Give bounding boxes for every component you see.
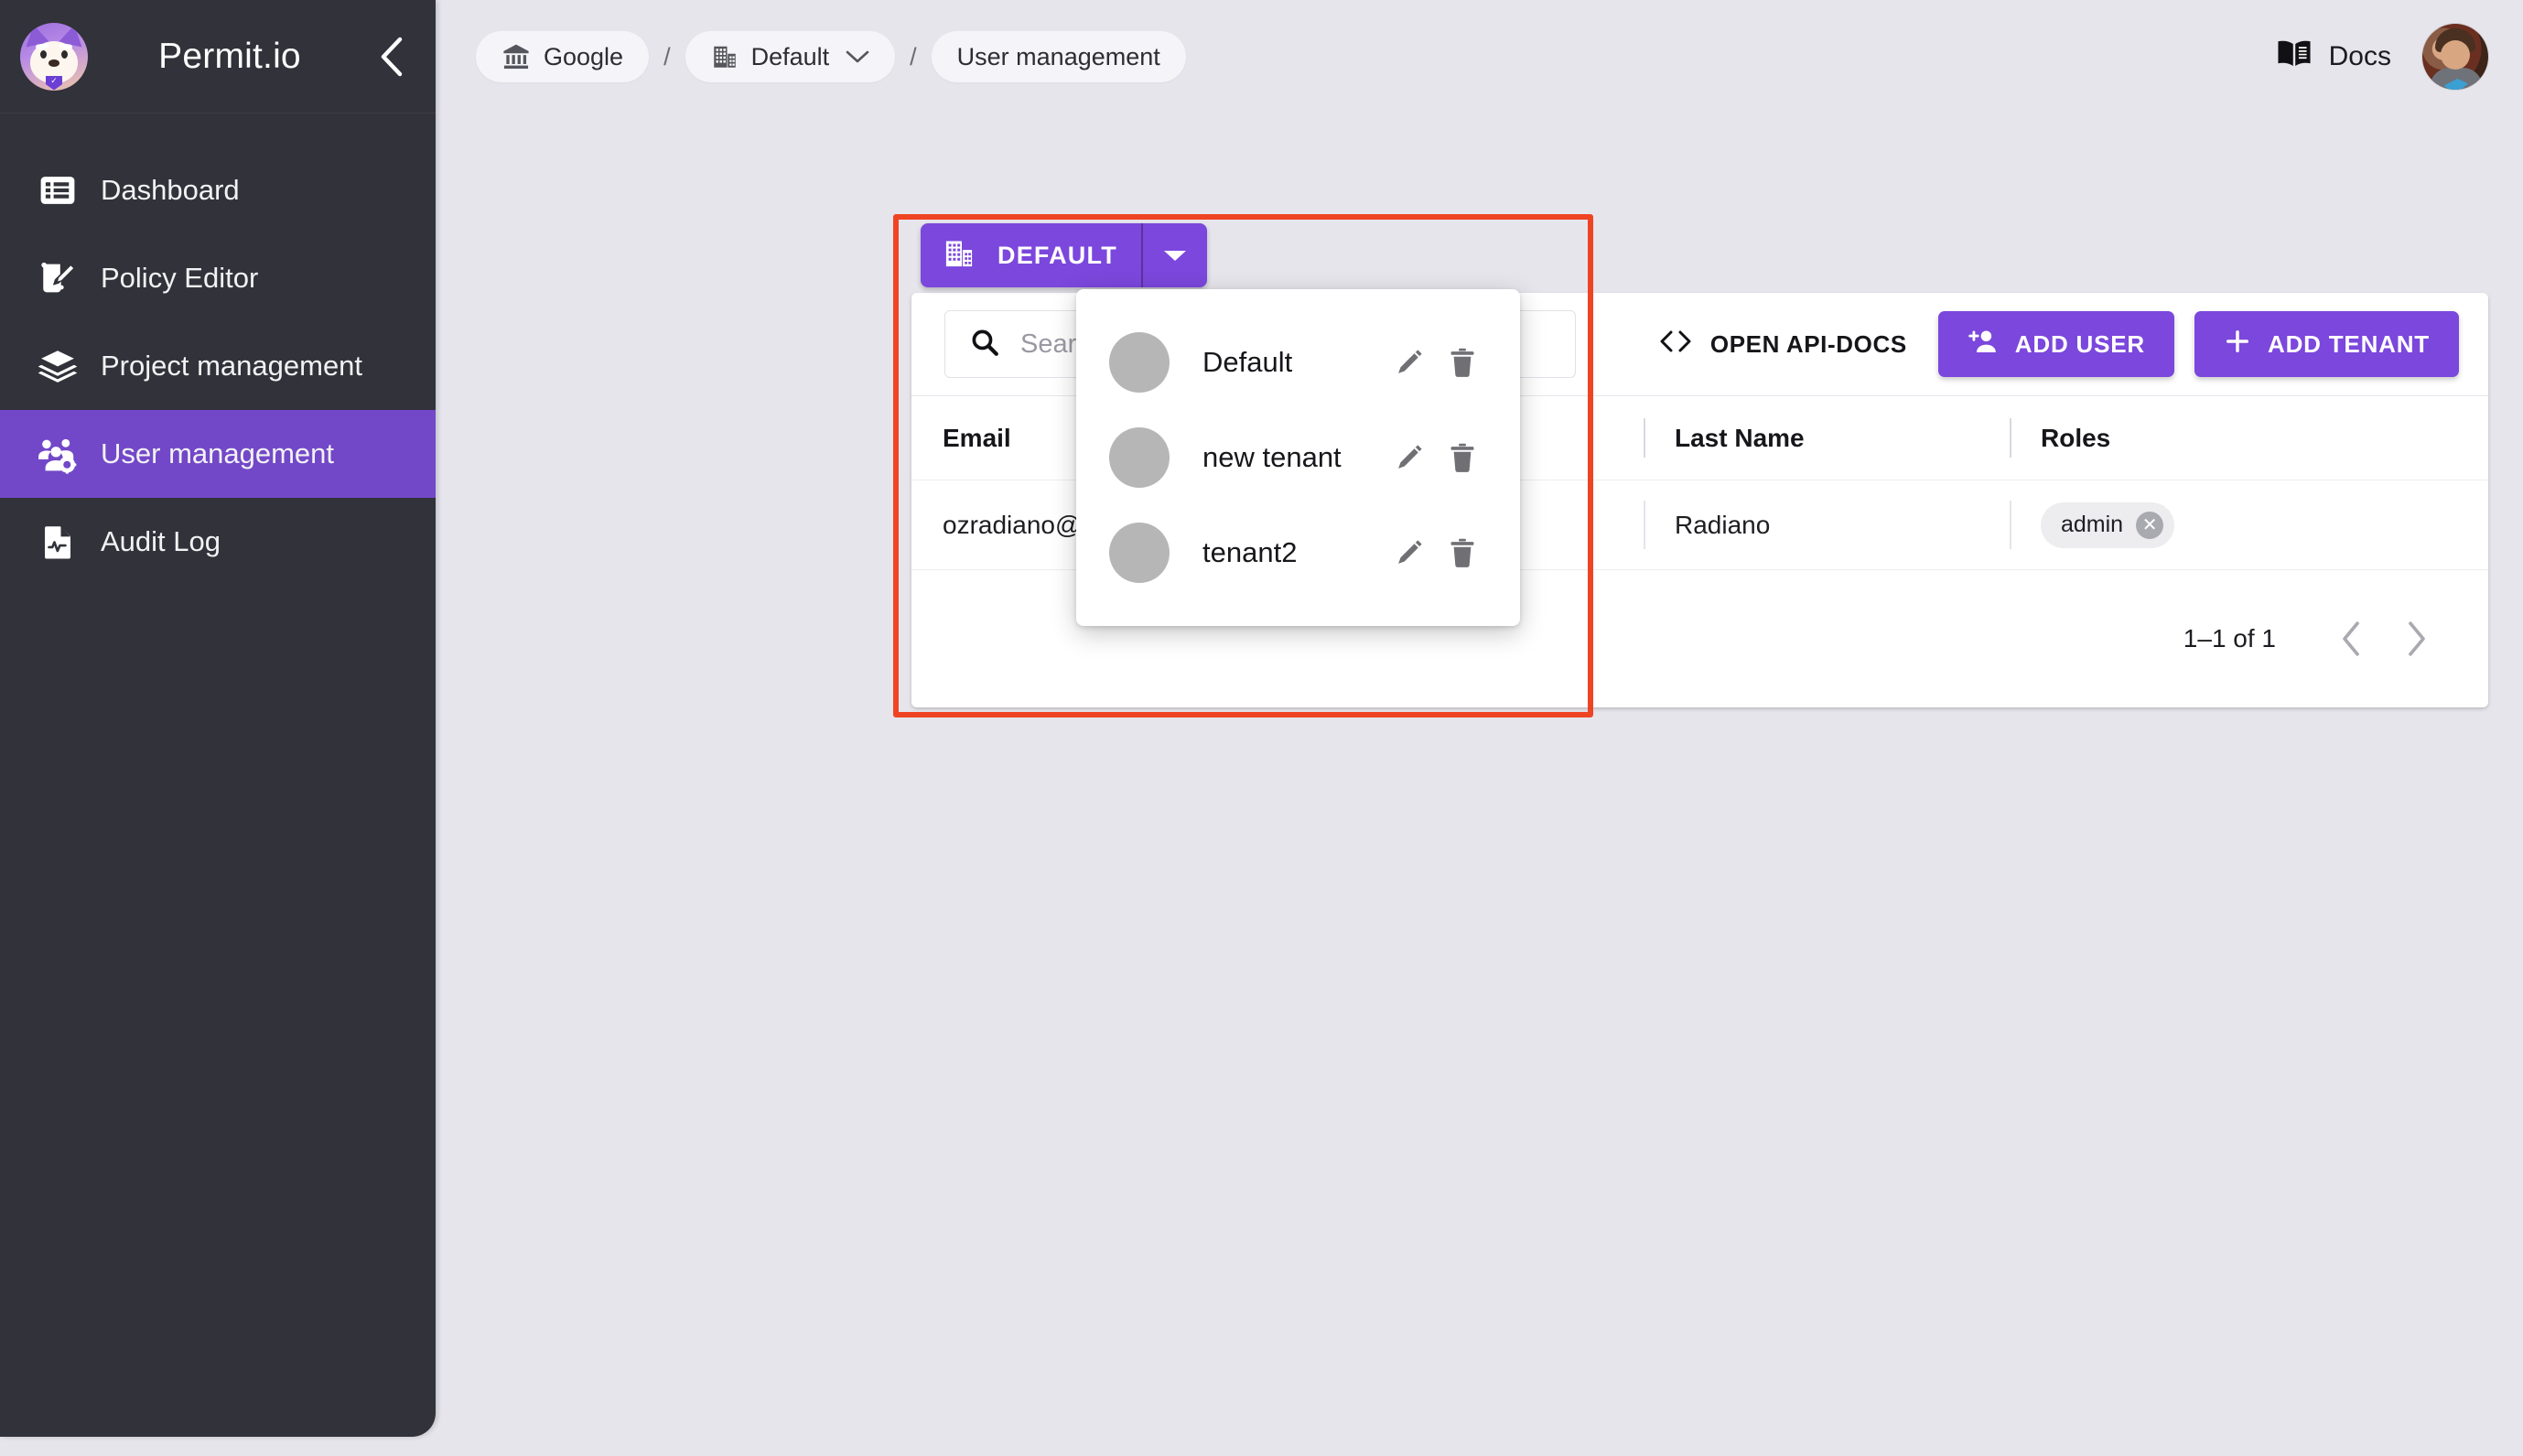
brand-title: Permit.io: [88, 37, 372, 77]
docs-button[interactable]: Docs: [2276, 38, 2391, 75]
list-dashboard-icon: [24, 171, 92, 210]
breadcrumb-item-tenant[interactable]: Default: [685, 31, 896, 82]
add-tenant-button[interactable]: ADD TENANT: [2194, 311, 2459, 377]
breadcrumb: Google / Default / User management: [476, 31, 1186, 82]
sidebar-item-label: Policy Editor: [92, 262, 258, 295]
breadcrumb-separator: /: [910, 43, 917, 71]
sidebar-nav: Dashboard Policy Editor Project manageme…: [0, 113, 436, 586]
avatar[interactable]: [2422, 24, 2488, 90]
chevron-down-icon[interactable]: [1143, 223, 1207, 287]
sidebar-item-label: User management: [92, 437, 334, 470]
sidebar-item-user-management[interactable]: User management: [0, 410, 436, 498]
tenant-selector-label: DEFAULT: [997, 242, 1117, 270]
pencil-icon[interactable]: [1383, 431, 1436, 484]
app-root: ✓ Permit.io Dashboard Policy Editor: [0, 0, 2523, 1456]
sidebar-item-audit-log[interactable]: Audit Log: [0, 498, 436, 586]
sidebar-item-project-management[interactable]: Project management: [0, 322, 436, 410]
policy-edit-icon: [24, 259, 92, 297]
code-brackets-icon: [1657, 329, 1694, 360]
breadcrumb-label: Google: [544, 43, 623, 71]
tenant-menu-item-label: tenant2: [1170, 536, 1383, 569]
tenant-menu-item-new-tenant[interactable]: new tenant: [1076, 410, 1520, 505]
person-add-icon: [1968, 328, 1999, 361]
chevron-down-icon[interactable]: [846, 49, 869, 64]
sidebar-item-dashboard[interactable]: Dashboard: [0, 146, 436, 234]
building-icon: [711, 43, 739, 70]
open-api-docs-button[interactable]: OPEN API-DOCS: [1657, 329, 1907, 360]
chip-close-icon[interactable]: ✕: [2136, 512, 2163, 539]
sidebar-item-label: Project management: [92, 350, 362, 383]
plus-icon: [2224, 328, 2251, 361]
trash-icon[interactable]: [1436, 431, 1489, 484]
breadcrumb-item-workspace[interactable]: Google: [476, 31, 649, 82]
cell-roles: admin ✕: [2010, 480, 2488, 570]
topbar: Google / Default / User management: [436, 0, 2523, 113]
add-tenant-label: ADD TENANT: [2268, 330, 2430, 359]
tenant-avatar: [1109, 523, 1170, 583]
status-badge: admin ✕: [2041, 502, 2174, 548]
tenant-menu-item-default[interactable]: Default: [1076, 315, 1520, 410]
tenant-selector: DEFAULT: [921, 223, 1207, 287]
trash-icon[interactable]: [1436, 336, 1489, 389]
pagination-range-label: 1–1 of 1: [2183, 624, 2276, 653]
sidebar-item-label: Audit Log: [92, 525, 221, 558]
docs-label: Docs: [2329, 41, 2391, 72]
breadcrumb-label: User management: [957, 43, 1160, 71]
permit-logo-icon: ✓: [20, 23, 88, 91]
column-header-roles[interactable]: Roles: [2010, 396, 2488, 480]
breadcrumb-separator: /: [663, 43, 671, 71]
pagination-next-button[interactable]: [2384, 606, 2450, 672]
cell-last-name: Radiano: [1644, 480, 2010, 570]
trash-icon[interactable]: [1436, 526, 1489, 579]
breadcrumb-item-page[interactable]: User management: [932, 31, 1186, 82]
sidebar: ✓ Permit.io Dashboard Policy Editor: [0, 0, 436, 1437]
tenant-dropdown-menu: Default new tenant: [1076, 289, 1520, 626]
add-user-label: ADD USER: [2015, 330, 2145, 359]
book-icon: [2276, 38, 2313, 75]
tenant-avatar: [1109, 332, 1170, 393]
tenant-selector-button[interactable]: DEFAULT: [921, 223, 1207, 287]
search-icon: [969, 327, 1000, 362]
pagination-prev-button[interactable]: [2318, 606, 2384, 672]
main-area: Google / Default / User management: [436, 0, 2523, 1456]
column-header-last-name[interactable]: Last Name: [1644, 396, 2010, 480]
open-api-docs-label: OPEN API-DOCS: [1710, 330, 1907, 359]
tenant-menu-item-label: new tenant: [1170, 441, 1383, 474]
breadcrumb-label: Default: [751, 43, 830, 71]
users-gear-icon: [24, 434, 92, 474]
pencil-icon[interactable]: [1383, 336, 1436, 389]
sidebar-header: ✓ Permit.io: [0, 0, 436, 113]
add-user-button[interactable]: ADD USER: [1938, 311, 2174, 377]
sidebar-item-policy-editor[interactable]: Policy Editor: [0, 234, 436, 322]
role-chip-label: admin: [2061, 512, 2123, 538]
bank-icon: [501, 42, 531, 71]
tenant-menu-item-tenant2[interactable]: tenant2: [1076, 505, 1520, 600]
tenant-avatar: [1109, 427, 1170, 488]
pencil-icon[interactable]: [1383, 526, 1436, 579]
sidebar-item-label: Dashboard: [92, 174, 240, 207]
building-icon: [943, 237, 976, 275]
document-pulse-icon: [24, 523, 92, 561]
layers-icon: [24, 347, 92, 385]
chevron-left-icon[interactable]: [372, 37, 412, 77]
tenant-menu-item-label: Default: [1170, 346, 1383, 379]
